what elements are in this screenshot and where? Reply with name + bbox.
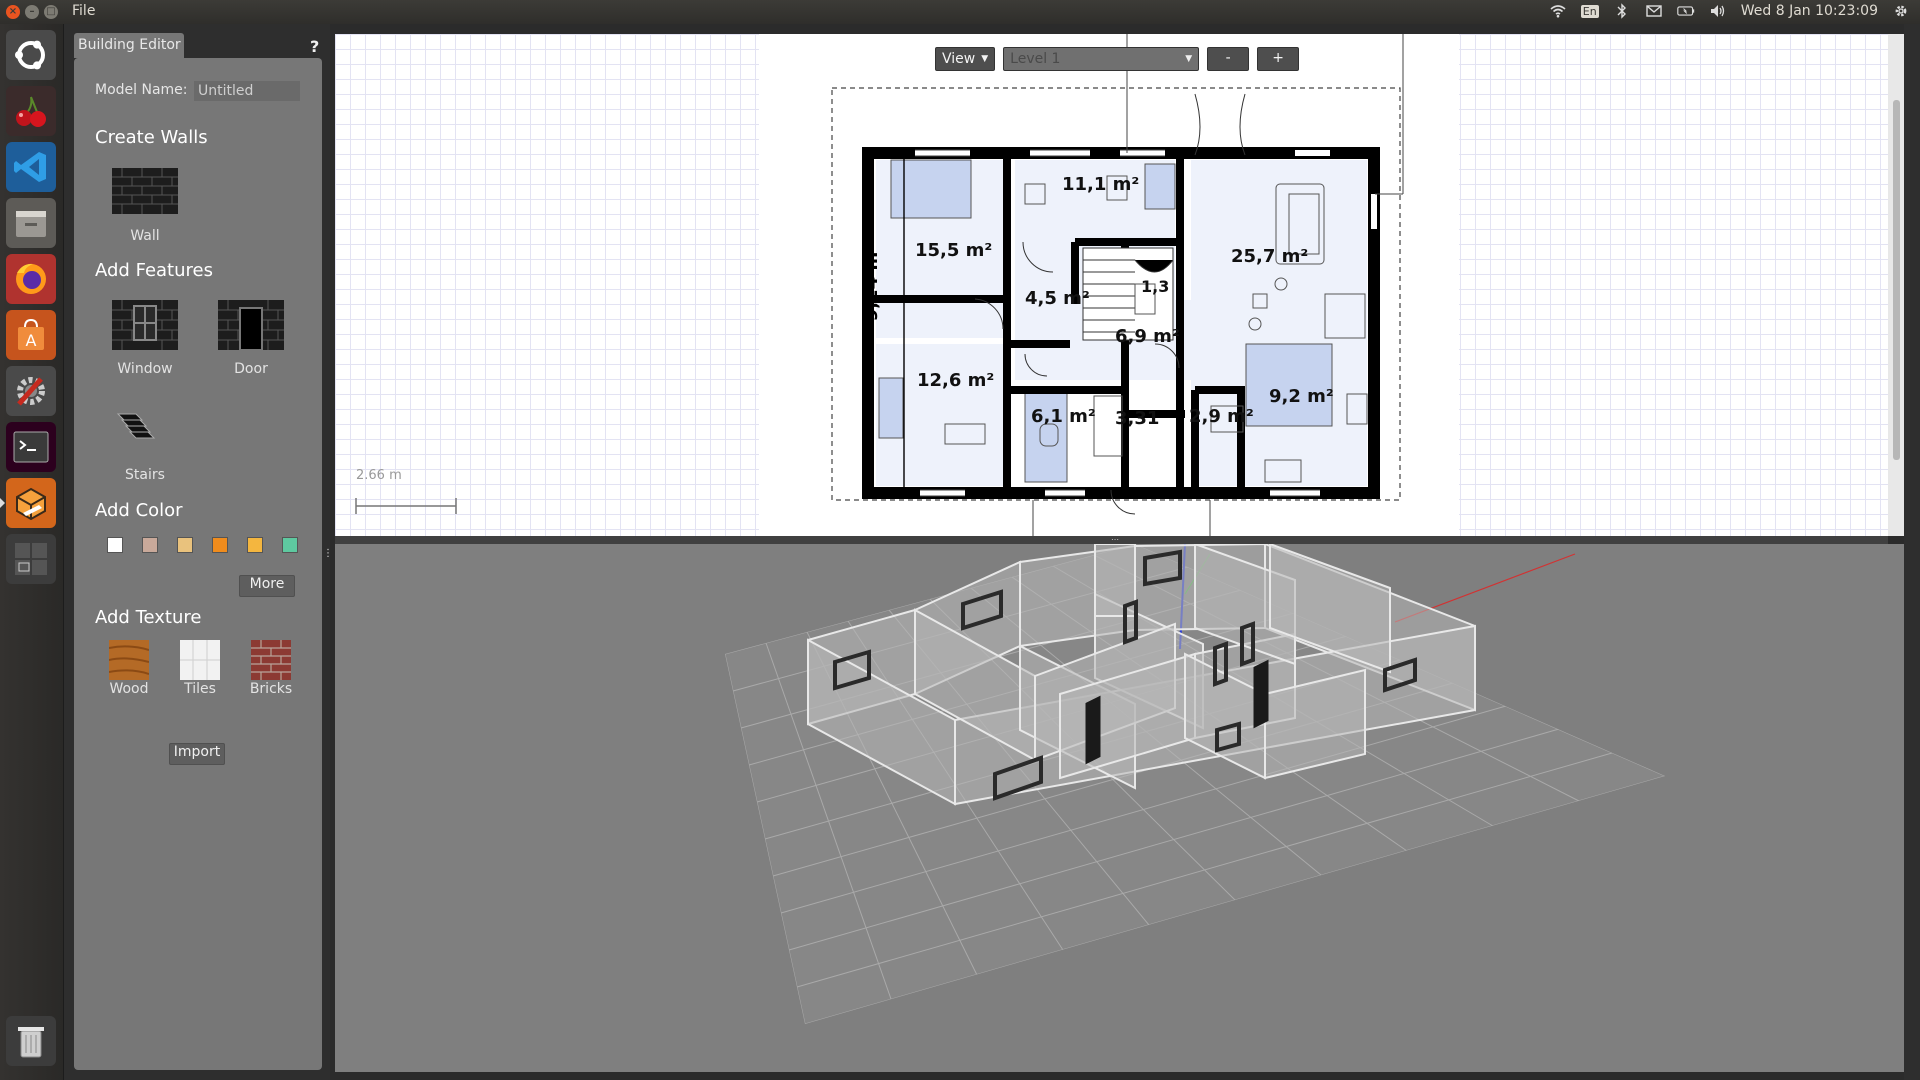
3d-scene bbox=[725, 544, 1665, 1024]
model-name-input[interactable] bbox=[194, 81, 300, 101]
import-button[interactable]: Import bbox=[169, 743, 225, 765]
view-button-label: View bbox=[942, 51, 976, 67]
battery-icon[interactable] bbox=[1676, 2, 1695, 20]
close-icon[interactable]: × bbox=[6, 5, 20, 19]
editor-tab[interactable]: Building Editor bbox=[74, 33, 184, 58]
terminal-icon[interactable] bbox=[6, 422, 56, 472]
stairs-label: Stairs bbox=[125, 467, 165, 483]
view-splitter[interactable]: ⋯ bbox=[335, 536, 1888, 544]
window-controls: × – □ bbox=[6, 5, 58, 19]
room-label: 6,1 m² bbox=[1031, 406, 1096, 427]
help-icon[interactable]: ? bbox=[310, 37, 319, 56]
door-label: Door bbox=[234, 361, 268, 377]
bluetooth-icon[interactable] bbox=[1613, 2, 1631, 20]
keyboard-layout-label: En bbox=[1580, 4, 1599, 18]
room-label: 2,9 m² bbox=[1189, 406, 1254, 427]
view2d-scrollbar-thumb[interactable] bbox=[1893, 100, 1900, 460]
level-select-label: Level 1 bbox=[1010, 51, 1061, 67]
room-label: 15,5 m² bbox=[915, 240, 993, 261]
firefox-icon[interactable] bbox=[6, 254, 56, 304]
room-label: 3,31 bbox=[1115, 408, 1160, 429]
more-colors-button[interactable]: More bbox=[239, 575, 295, 597]
top-panel: × – □ File En Wed 8 Jan 10:23:09 bbox=[0, 0, 1920, 24]
level-select[interactable]: Level 1 ▼ bbox=[1003, 47, 1200, 71]
launcher: A bbox=[0, 24, 64, 1080]
svg-text:A: A bbox=[26, 331, 37, 350]
color-swatch-orange[interactable] bbox=[212, 537, 228, 553]
add-color-heading: Add Color bbox=[95, 500, 183, 521]
chevron-down-icon: ▼ bbox=[1185, 54, 1193, 64]
bricks-texture-icon bbox=[251, 640, 291, 680]
building-editor-icon[interactable] bbox=[0, 478, 56, 528]
trash-icon[interactable] bbox=[6, 1016, 56, 1066]
wall-label: Wall bbox=[130, 228, 160, 244]
volume-icon[interactable] bbox=[1709, 2, 1727, 20]
splitter-handle-left[interactable]: ⋮ bbox=[323, 548, 333, 559]
settings-icon[interactable] bbox=[6, 366, 56, 416]
wall-tool[interactable] bbox=[112, 168, 178, 220]
gear-icon[interactable] bbox=[1892, 2, 1910, 20]
texture-bricks[interactable] bbox=[251, 640, 291, 680]
bricks-label: Bricks bbox=[249, 681, 293, 697]
window-tool[interactable] bbox=[112, 300, 178, 352]
tiles-texture-icon bbox=[180, 640, 220, 680]
stairs-icon bbox=[116, 413, 156, 439]
view-menu-button[interactable]: View ▼ bbox=[935, 47, 996, 71]
door-icon bbox=[218, 300, 284, 351]
add-texture-heading: Add Texture bbox=[95, 607, 202, 628]
color-swatch-amber[interactable] bbox=[247, 537, 263, 553]
room-label: 12,6 m² bbox=[917, 370, 995, 391]
splitter-grip-icon: ⋯ bbox=[1111, 535, 1119, 544]
scale-label: 2.66 m bbox=[356, 468, 402, 483]
window-icon bbox=[112, 300, 178, 350]
wifi-icon[interactable] bbox=[1549, 2, 1567, 20]
texture-wood[interactable] bbox=[108, 640, 150, 680]
model-3d-view[interactable] bbox=[335, 544, 1904, 1072]
chevron-down-icon: ▼ bbox=[981, 54, 989, 64]
floorplan-2d-view[interactable]: 9,24 m 15,5 m² 11,1 m² 25,7 m² 4,5 m² 1,… bbox=[335, 34, 1888, 536]
add-features-heading: Add Features bbox=[95, 260, 213, 281]
color-swatch-teal[interactable] bbox=[282, 537, 298, 553]
dimension-label: 9,24 m bbox=[861, 251, 883, 322]
create-walls-heading: Create Walls bbox=[95, 127, 208, 148]
minimize-icon[interactable]: – bbox=[25, 5, 39, 19]
files-icon[interactable] bbox=[6, 198, 56, 248]
workspace-icon[interactable] bbox=[6, 534, 56, 584]
color-swatch-taupe[interactable] bbox=[142, 537, 158, 553]
color-swatch-sand[interactable] bbox=[177, 537, 193, 553]
menu-file[interactable]: File bbox=[72, 3, 95, 19]
room-label: 4,5 m² bbox=[1025, 288, 1090, 309]
vscode-icon[interactable] bbox=[6, 142, 56, 192]
room-label: 9,2 m² bbox=[1269, 386, 1334, 407]
keyboard-icon[interactable]: En bbox=[1580, 2, 1599, 20]
zoom-out-button[interactable]: - bbox=[1207, 47, 1250, 71]
room-label: 25,7 m² bbox=[1231, 246, 1309, 267]
room-label: 11,1 m² bbox=[1062, 174, 1140, 195]
maximize-icon[interactable]: □ bbox=[44, 5, 58, 19]
software-center-icon[interactable]: A bbox=[6, 310, 56, 360]
mail-icon[interactable] bbox=[1645, 2, 1663, 20]
model-name-label: Model Name: bbox=[95, 82, 188, 98]
stairs-tool[interactable] bbox=[112, 410, 178, 452]
floorplan-image bbox=[355, 34, 1459, 536]
window-label: Window bbox=[117, 361, 173, 377]
color-swatch-white[interactable] bbox=[107, 537, 123, 553]
room-label: 6,9 m² bbox=[1115, 326, 1180, 347]
right-dock bbox=[1904, 24, 1920, 1080]
door-tool[interactable] bbox=[218, 300, 284, 352]
ubuntu-icon[interactable] bbox=[6, 30, 56, 80]
view2d-toolbar: View ▼ Level 1 ▼ - + bbox=[935, 47, 1300, 71]
clock[interactable]: Wed 8 Jan 10:23:09 bbox=[1741, 3, 1878, 19]
room-label: 1,3 bbox=[1141, 277, 1170, 296]
texture-tiles[interactable] bbox=[180, 640, 220, 680]
indicator-area: En Wed 8 Jan 10:23:09 bbox=[1549, 2, 1910, 20]
cherry-icon[interactable] bbox=[6, 86, 56, 136]
wall-icon bbox=[112, 168, 178, 214]
wood-texture-icon bbox=[108, 640, 150, 680]
zoom-in-button[interactable]: + bbox=[1257, 47, 1300, 71]
